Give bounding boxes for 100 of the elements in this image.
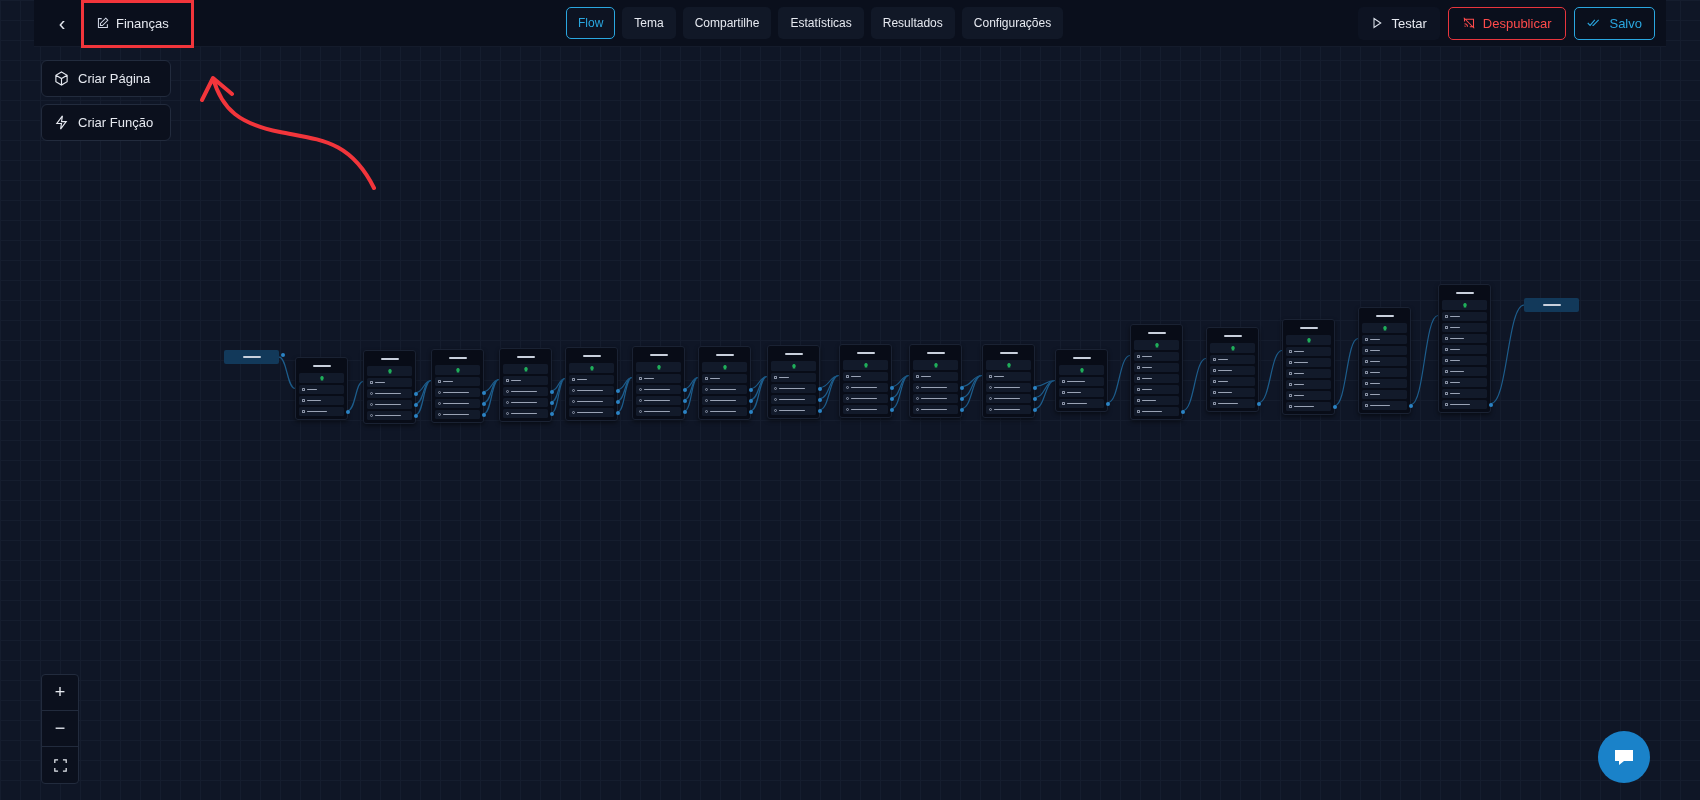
node-item[interactable] [1286,391,1331,400]
nav-tab[interactable]: Tema [622,7,676,39]
node-item[interactable] [1442,334,1487,343]
nav-tab[interactable]: Compartilhe [682,7,772,39]
nav-tab[interactable]: Configurações [961,7,1064,39]
node-item[interactable] [1442,356,1487,365]
saved-button[interactable]: Salvo [1574,6,1655,40]
connection-port[interactable] [960,396,964,401]
connection-port[interactable] [414,391,418,396]
connection-port[interactable] [749,387,753,392]
connection-port[interactable] [960,407,964,412]
connection-port[interactable] [616,410,620,415]
node-item[interactable] [1286,358,1331,367]
flow-node[interactable] [839,344,892,418]
node-item[interactable] [1134,385,1179,394]
connection-port[interactable] [281,352,285,357]
node-item[interactable] [299,385,344,394]
node-item[interactable] [1442,323,1487,332]
connection-port[interactable] [482,401,486,406]
node-item[interactable] [986,372,1031,381]
node-item[interactable] [1362,357,1407,366]
node-item[interactable] [569,375,614,384]
node-item[interactable] [636,374,681,383]
connection-port[interactable] [482,412,486,417]
node-item[interactable] [299,396,344,405]
unpublish-button[interactable]: Despublicar [1447,6,1567,40]
flow-node[interactable] [1130,324,1183,420]
back-button[interactable]: ‹ [52,11,72,35]
flow-node[interactable] [1282,319,1335,415]
connection-port[interactable] [1181,409,1185,414]
connection-port[interactable] [818,386,822,391]
flow-node[interactable] [499,348,552,422]
connection-port[interactable] [414,413,418,418]
node-item[interactable] [1286,369,1331,378]
flow-node[interactable] [1206,327,1259,412]
test-button[interactable]: Testar [1358,6,1440,40]
node-item[interactable] [1442,378,1487,387]
nav-tab[interactable]: Estatísticas [778,7,864,39]
flow-node[interactable] [565,347,618,421]
connection-port[interactable] [890,396,894,401]
connection-port[interactable] [683,398,687,403]
node-item[interactable] [1210,388,1255,397]
flow-node[interactable] [767,345,820,419]
connection-port[interactable] [616,399,620,404]
connection-port[interactable] [818,408,822,413]
flow-node[interactable] [698,346,751,420]
flow-node[interactable] [632,346,685,420]
connection-port[interactable] [616,388,620,393]
node-item[interactable] [503,376,548,385]
connection-port[interactable] [414,402,418,407]
node-item[interactable] [1210,377,1255,386]
node-item[interactable] [843,372,888,381]
connection-port[interactable] [1257,401,1261,406]
node-item[interactable] [367,378,412,387]
node-item[interactable] [1362,390,1407,399]
flow-node[interactable] [431,349,484,423]
connection-port[interactable] [1106,401,1110,406]
node-item[interactable] [1362,335,1407,344]
zoom-out-button[interactable]: − [42,711,78,747]
connection-port[interactable] [960,385,964,390]
node-item[interactable] [1134,374,1179,383]
connection-port[interactable] [1333,404,1337,409]
flow-node[interactable] [295,357,348,420]
connection-port[interactable] [1033,385,1037,390]
nav-tab[interactable]: Resultados [870,7,955,39]
connection-port[interactable] [683,387,687,392]
connection-port[interactable] [818,397,822,402]
node-item[interactable] [913,372,958,381]
node-item[interactable] [1286,380,1331,389]
node-item[interactable] [1134,363,1179,372]
flow-node[interactable] [1055,349,1108,412]
nav-tab[interactable]: Flow [566,7,616,39]
connection-port[interactable] [346,409,350,414]
flow-node[interactable] [1438,284,1491,413]
node-item[interactable] [1059,388,1104,397]
flow-node[interactable] [909,344,962,418]
flow-node[interactable] [1358,307,1411,414]
zoom-in-button[interactable]: + [42,675,78,711]
connection-port[interactable] [749,398,753,403]
node-item[interactable] [1210,355,1255,364]
connection-port[interactable] [550,411,554,416]
node-item[interactable] [1210,366,1255,375]
node-item[interactable] [1134,352,1179,361]
node-item[interactable] [1362,346,1407,355]
connection-port[interactable] [749,409,753,414]
node-item[interactable] [1362,379,1407,388]
flow-node[interactable] [982,344,1035,418]
connection-port[interactable] [890,385,894,390]
node-item[interactable] [1286,347,1331,356]
node-item[interactable] [435,377,480,386]
node-item[interactable] [1442,345,1487,354]
connection-port[interactable] [550,389,554,394]
node-item[interactable] [1059,377,1104,386]
node-item[interactable] [771,373,816,382]
connection-port[interactable] [1033,396,1037,401]
connection-port[interactable] [482,390,486,395]
create-function-button[interactable]: Criar Função [41,104,171,141]
node-item[interactable] [1362,368,1407,377]
node-item[interactable] [1442,312,1487,321]
connection-port[interactable] [550,400,554,405]
